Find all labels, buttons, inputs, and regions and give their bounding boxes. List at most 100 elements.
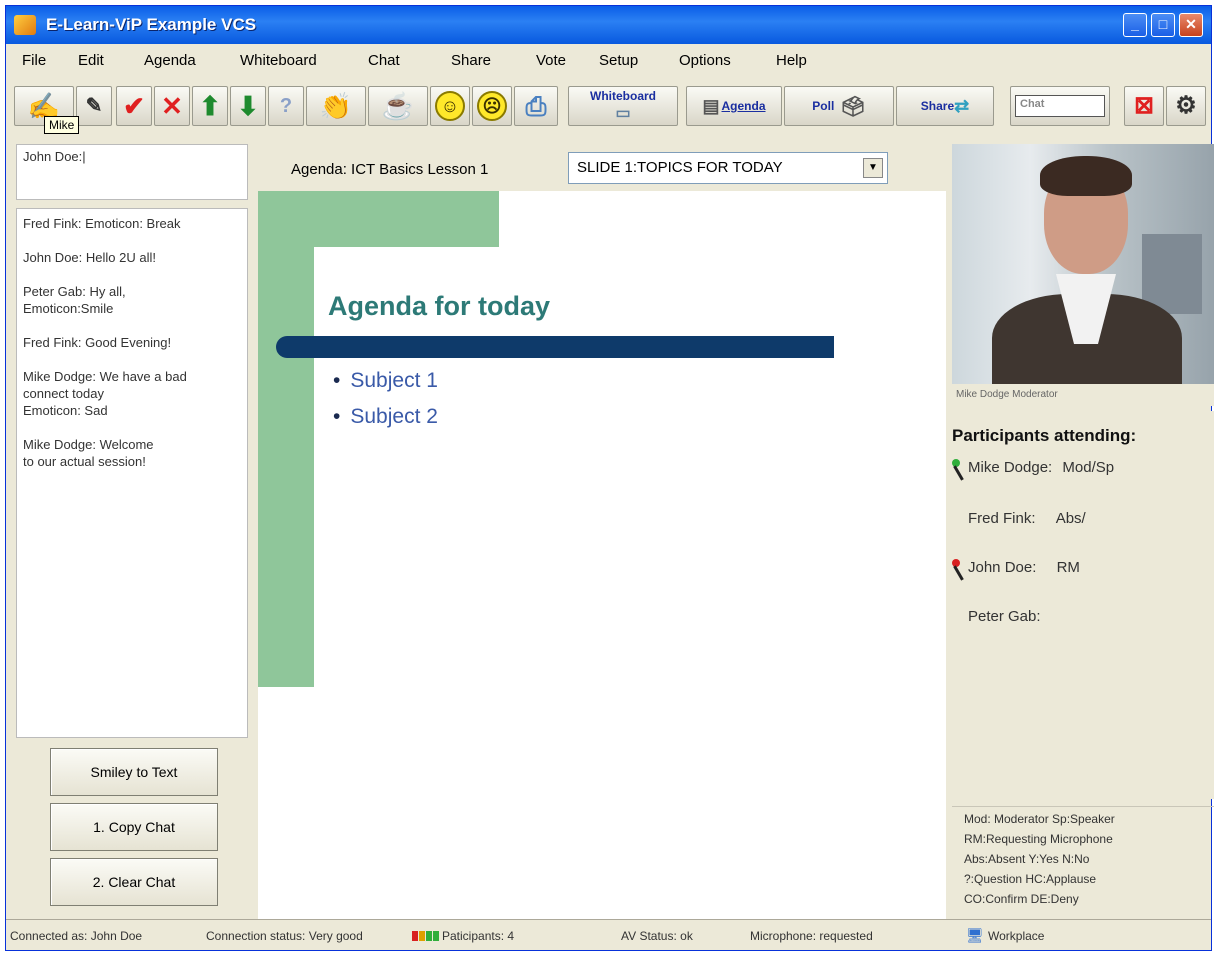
- microphone-icon: [952, 559, 964, 581]
- pen-icon: ✎: [85, 95, 103, 117]
- legend-line: CO:Confirm DE:Deny: [964, 892, 1079, 906]
- agenda-icon: ▤: [702, 95, 720, 116]
- signal-bar-icon: [426, 931, 432, 941]
- whiteboard-icon: ▭: [615, 105, 631, 122]
- slide-bullet: Subject 1: [333, 369, 438, 393]
- chat-compose-input[interactable]: John Doe:|: [16, 144, 248, 200]
- menu-file[interactable]: File: [22, 52, 46, 69]
- print-button[interactable]: ⎙: [514, 86, 558, 126]
- agenda-title: Agenda: ICT Basics Lesson 1: [291, 161, 489, 178]
- menu-agenda[interactable]: Agenda: [144, 52, 196, 69]
- menu-bar: File Edit Agenda Whiteboard Chat Share V…: [6, 46, 1211, 74]
- slide-select-value: SLIDE 1:TOPICS FOR TODAY: [577, 159, 783, 176]
- chat-widget[interactable]: Chat: [1010, 86, 1110, 126]
- participant-row[interactable]: John Doe: RM: [952, 559, 1080, 576]
- cross-icon: ✕: [161, 91, 183, 121]
- smile-icon: ☺: [435, 91, 465, 121]
- video-feed: Mike Dodge Moderator: [952, 144, 1214, 406]
- minimize-button[interactable]: _: [1123, 13, 1147, 37]
- participant-row[interactable]: Mike Dodge: Mod/Sp: [952, 459, 1115, 476]
- legend-line: ?:Question HC:Applause: [964, 872, 1097, 886]
- poll-label: Poll: [812, 99, 835, 113]
- menu-setup[interactable]: Setup: [599, 52, 638, 69]
- no-button[interactable]: ✕: [154, 86, 190, 126]
- chat-message: John Doe: Hello 2U all!: [23, 250, 156, 265]
- menu-vote[interactable]: Vote: [536, 52, 566, 69]
- participant-row[interactable]: Peter Gab:: [968, 608, 1041, 625]
- deny-button[interactable]: ⬇: [230, 86, 266, 126]
- status-connected: Connected as: John Doe: [10, 929, 143, 943]
- status-av: AV Status: ok: [621, 929, 693, 943]
- smiley-to-text-button[interactable]: Smiley to Text: [50, 748, 218, 796]
- edit-button[interactable]: ✎: [76, 86, 112, 126]
- thumbs-up-icon: ⬆: [199, 91, 221, 121]
- yes-button[interactable]: ✔: [116, 86, 152, 126]
- participant-status: Mod/Sp: [1062, 459, 1115, 476]
- share-label: Share: [920, 99, 955, 113]
- slide-bullet: Subject 2: [333, 405, 438, 429]
- menu-options[interactable]: Options: [679, 52, 731, 69]
- participants-title: Participants attending:: [952, 426, 1137, 445]
- coffee-icon: ☕: [381, 91, 415, 121]
- signal-bar-icon: [433, 931, 439, 941]
- gear-icon: ⚙: [1175, 92, 1197, 119]
- close-button[interactable]: ✕: [1179, 13, 1203, 37]
- menu-share[interactable]: Share: [451, 52, 491, 69]
- chat-input[interactable]: Chat: [1015, 95, 1105, 117]
- status-microphone: Microphone: requested: [750, 929, 873, 943]
- end-session-button[interactable]: ⊠: [1124, 86, 1164, 126]
- slide-select[interactable]: SLIDE 1:TOPICS FOR TODAY ▼: [568, 152, 888, 184]
- participants-panel: Participants attending: Mike Dodge: Mod/…: [952, 411, 1214, 799]
- applause-button[interactable]: 👏: [306, 86, 366, 126]
- status-participants: Paticipants: 4: [442, 929, 515, 943]
- workplace-icon: 🖥: [966, 927, 984, 943]
- video-caption: Mike Dodge Moderator: [952, 384, 1214, 406]
- participant-status: RM: [1056, 559, 1080, 576]
- exit-icon: ⊠: [1133, 92, 1155, 119]
- video-person: [1040, 156, 1132, 196]
- whiteboard-label: Whiteboard: [590, 89, 656, 103]
- participant-row[interactable]: Fred Fink: Abs/: [968, 510, 1086, 527]
- menu-help[interactable]: Help: [776, 52, 807, 69]
- title-bar: E-Learn-ViP Example VCS _ □ ✕: [6, 6, 1211, 44]
- legend-line: Mod: Moderator Sp:Speaker: [964, 812, 1115, 826]
- menu-whiteboard[interactable]: Whiteboard: [240, 52, 317, 69]
- chevron-down-icon[interactable]: ▼: [863, 158, 883, 178]
- toolbar: ✍ ✎ ✔ ✕ ⬆ ⬇ ? 👏 ☕ ☺ ☹ ⎙ Whiteboard ▭ ▤ A…: [6, 76, 1211, 138]
- menu-edit[interactable]: Edit: [78, 52, 104, 69]
- printer-icon: ⎙: [525, 91, 547, 121]
- sad-button[interactable]: ☹: [472, 86, 512, 126]
- signal-bar-icon: [419, 931, 425, 941]
- agenda-button[interactable]: ▤ Agenda: [686, 86, 782, 126]
- check-icon: ✔: [123, 91, 145, 121]
- workplace-button[interactable]: Workplace: [988, 929, 1044, 943]
- smile-button[interactable]: ☺: [430, 86, 470, 126]
- chat-log: Fred Fink: Emoticon: Break John Doe: Hel…: [16, 208, 248, 738]
- poll-button[interactable]: Poll 🗳: [784, 86, 894, 126]
- settings-button[interactable]: ⚙: [1166, 86, 1206, 126]
- sad-icon: ☹: [477, 91, 507, 121]
- clear-chat-button[interactable]: 2. Clear Chat: [50, 858, 218, 906]
- share-button[interactable]: Share ⇄: [896, 86, 994, 126]
- legend-line: Abs:Absent Y:Yes N:No: [964, 852, 1090, 866]
- slide-heading: Agenda for today: [328, 291, 551, 321]
- app-icon: [14, 15, 36, 35]
- status-bar: Connected as: John Doe Connection status…: [6, 919, 1211, 950]
- status-legend: Mod: Moderator Sp:Speaker RM:Requesting …: [952, 806, 1214, 918]
- participant-name: Mike Dodge:: [968, 459, 1053, 476]
- chat-message: Mike Dodge: Welcome to our actual sessio…: [23, 437, 154, 469]
- question-button[interactable]: ?: [268, 86, 304, 126]
- whiteboard-button[interactable]: Whiteboard ▭: [568, 86, 678, 126]
- agenda-label: Agenda: [721, 99, 766, 113]
- menu-chat[interactable]: Chat: [368, 52, 400, 69]
- copy-chat-button[interactable]: 1. Copy Chat: [50, 803, 218, 851]
- chat-message: Fred Fink: Good Evening!: [23, 335, 172, 350]
- tooltip: Mike: [44, 116, 80, 134]
- maximize-button[interactable]: □: [1151, 13, 1175, 37]
- share-icon: ⇄: [954, 95, 970, 116]
- slide-decoration: [258, 191, 314, 687]
- coffee-break-button[interactable]: ☕: [368, 86, 428, 126]
- legend-line: RM:Requesting Microphone: [964, 832, 1113, 846]
- status-connection: Connection status: Very good: [206, 929, 363, 943]
- confirm-button[interactable]: ⬆: [192, 86, 228, 126]
